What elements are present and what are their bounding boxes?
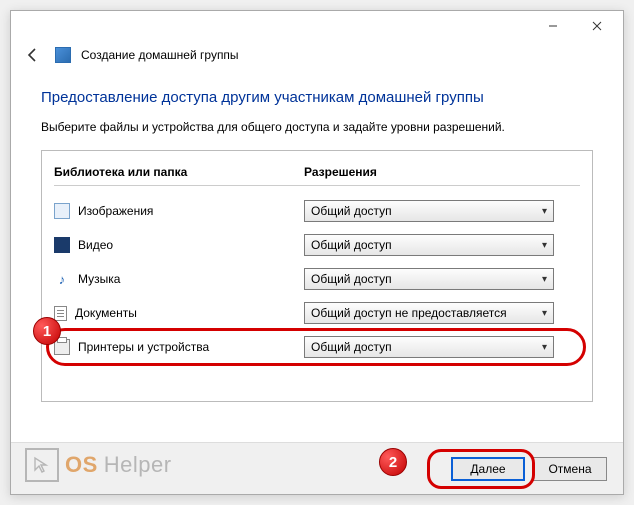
table-row: ♪ Музыка Общий доступ ▾ xyxy=(54,262,580,296)
close-button[interactable] xyxy=(575,12,619,40)
watermark-helper: Helper xyxy=(104,452,172,478)
row-label: Изображения xyxy=(78,204,153,218)
documents-icon xyxy=(54,306,67,321)
chevron-down-icon: ▾ xyxy=(542,342,547,353)
row-label: Принтеры и устройства xyxy=(78,340,209,354)
watermark-os: OS xyxy=(65,452,98,478)
pictures-icon xyxy=(54,203,70,219)
permission-select-pictures[interactable]: Общий доступ ▾ xyxy=(304,200,554,222)
watermark: OSHelper xyxy=(25,448,172,482)
table-row: Документы Общий доступ не предоставляетс… xyxy=(54,296,580,330)
cursor-icon xyxy=(25,448,59,482)
back-button[interactable] xyxy=(21,43,45,67)
chevron-down-icon: ▾ xyxy=(542,274,547,285)
select-value: Общий доступ xyxy=(311,272,392,286)
row-label: Документы xyxy=(75,306,137,320)
sharing-panel: Библиотека или папка Разрешения Изображе… xyxy=(41,150,593,402)
next-button[interactable]: Далее xyxy=(451,457,525,481)
table-row: Изображения Общий доступ ▾ xyxy=(54,194,580,228)
permission-select-music[interactable]: Общий доступ ▾ xyxy=(304,268,554,290)
annotation-badge-2: 2 xyxy=(379,448,407,476)
chevron-down-icon: ▾ xyxy=(542,206,547,217)
homegroup-icon xyxy=(55,47,71,63)
select-value: Общий доступ xyxy=(311,340,392,354)
column-permission: Разрешения xyxy=(304,165,580,179)
row-label: Видео xyxy=(78,238,113,252)
header: Создание домашней группы xyxy=(11,41,623,75)
chevron-down-icon: ▾ xyxy=(542,240,547,251)
cancel-button[interactable]: Отмена xyxy=(533,457,607,481)
dialog-window: Создание домашней группы Предоставление … xyxy=(10,10,624,495)
printer-icon xyxy=(54,339,70,355)
row-label: Музыка xyxy=(78,272,120,286)
permission-select-documents[interactable]: Общий доступ не предоставляется ▾ xyxy=(304,302,554,324)
chevron-down-icon: ▾ xyxy=(542,308,547,319)
instruction-text: Выберите файлы и устройства для общего д… xyxy=(41,120,593,134)
video-icon xyxy=(54,237,70,253)
window-title: Создание домашней группы xyxy=(81,48,239,62)
select-value: Общий доступ xyxy=(311,238,392,252)
select-value: Общий доступ не предоставляется xyxy=(311,306,507,320)
column-library: Библиотека или папка xyxy=(54,165,304,179)
music-icon: ♪ xyxy=(54,271,70,287)
minimize-button[interactable] xyxy=(531,12,575,40)
content-area: Предоставление доступа другим участникам… xyxy=(11,75,623,442)
table-row: Видео Общий доступ ▾ xyxy=(54,228,580,262)
permission-select-video[interactable]: Общий доступ ▾ xyxy=(304,234,554,256)
table-row-printers: Принтеры и устройства Общий доступ ▾ xyxy=(54,330,580,364)
titlebar xyxy=(11,11,623,41)
permission-select-printers[interactable]: Общий доступ ▾ xyxy=(304,336,554,358)
annotation-badge-1: 1 xyxy=(33,317,61,345)
table-header: Библиотека или папка Разрешения xyxy=(54,161,580,186)
page-heading: Предоставление доступа другим участникам… xyxy=(41,89,593,106)
select-value: Общий доступ xyxy=(311,204,392,218)
